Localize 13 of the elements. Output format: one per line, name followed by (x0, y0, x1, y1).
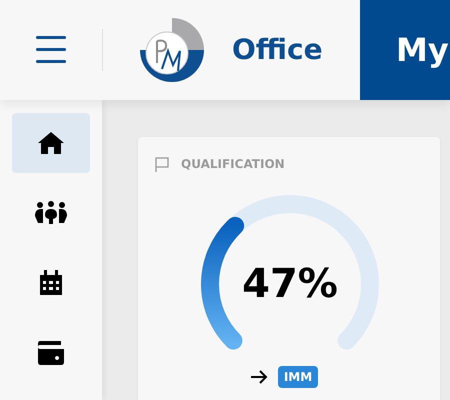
arrow-icon (250, 370, 268, 384)
calendar-icon (39, 270, 63, 296)
brand-name: Office (232, 32, 323, 68)
logo-icon (140, 17, 204, 83)
people-icon (34, 201, 68, 225)
menu-icon[interactable] (36, 36, 66, 64)
level-badge: IMM (278, 366, 318, 388)
gauge-value: 47% (242, 260, 338, 309)
wallet-icon (37, 341, 65, 365)
flag-icon (155, 156, 169, 172)
nav-item[interactable] (12, 113, 90, 173)
home-icon (37, 131, 65, 155)
card-title: QUALIFICATION (181, 156, 285, 173)
